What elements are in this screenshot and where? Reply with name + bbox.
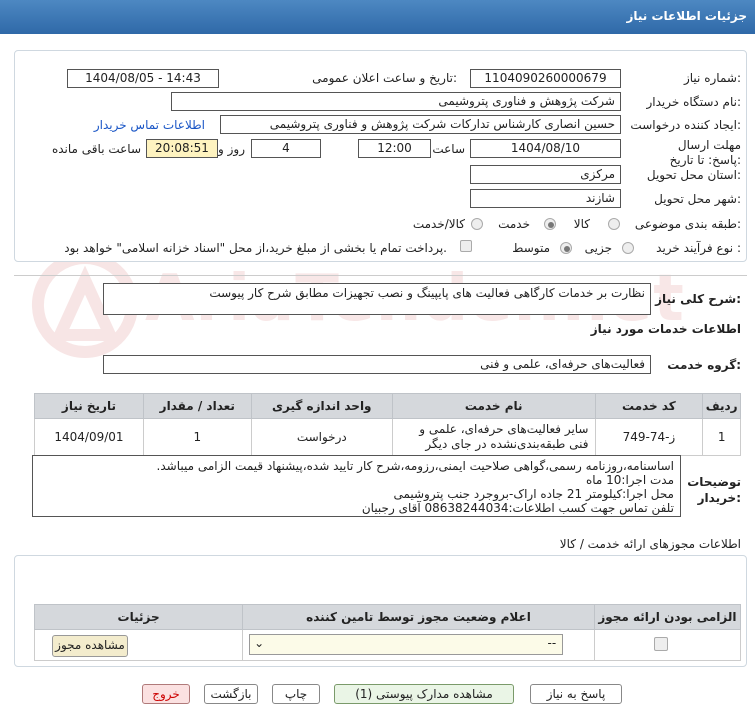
row-qty: 1 [142,418,252,456]
col-unit: واحد اندازه گیری [250,393,393,419]
deadline-time-field: 12:00 [358,139,431,158]
deadline-time-label: ساعت [432,142,465,156]
buyer-note-line: اساسنامه،روزنامه رسمی،گواهی صلاحیت ایمنی… [156,459,674,473]
page-title: جزئیات اطلاعات نیاز [626,9,747,23]
col-index: ردیف [702,393,741,419]
creator-label: ایجاد کننده درخواست: [630,118,741,132]
buyer-field: شرکت پژوهش و فناوری پتروشیمی [171,92,621,111]
category-radio-goods[interactable] [608,218,620,230]
days-field: 4 [251,139,321,158]
buyer-notes-label: توضیحات خریدار: [687,475,741,505]
view-attachments-button[interactable]: مشاهده مدارک پیوستی (1) [334,684,514,704]
col-name: نام خدمت [391,393,596,419]
deadline-label: مهلت ارسال پاسخ: تا تاریخ: [669,138,741,167]
deadline-date-field: 1404/08/10 [470,139,621,158]
buyer-note-line: تلفن تماس جهت کسب اطلاعات:08638244034 آق… [361,501,674,515]
service-group-field: فعالیت‌های حرفه‌ای، علمی و فنی [103,355,651,374]
summary-label: شرح کلی نیاز: [655,292,741,306]
col-qty: تعداد / مقدار [142,393,252,419]
category-option-goods-service: کالا/خدمت [412,217,465,231]
permits-table-header: الزامی بودن ارائه مجوز اعلام وضعیت مجوز … [33,604,742,630]
category-radio-goods-service[interactable] [471,218,483,230]
process-label: نوع فرآیند خرید : [656,241,741,255]
services-section-title: اطلاعات خدمات مورد نیاز [590,322,741,336]
remaining-label: ساعت باقی مانده [51,142,141,156]
separator [14,275,747,276]
city-field: شازند [470,189,621,208]
print-button[interactable]: چاپ [272,684,320,704]
permits-section-title: اطلاعات مجوزهای ارائه خدمت / کالا [559,537,741,551]
chevron-down-icon: ⌄ [254,636,265,650]
row-name: سایر فعالیت‌های حرفه‌ای، علمی و فنی طبقه… [391,418,596,456]
process-radio-minor[interactable] [622,242,634,254]
buyer-note-line: محل اجرا:کیلومتر 21 جاده اراک-بروجرد جنب… [393,487,674,501]
process-option-minor: جزیی [584,241,612,255]
category-option-goods: کالا [573,217,590,231]
buyer-notes-textarea[interactable]: اساسنامه،روزنامه رسمی،گواهی صلاحیت ایمنی… [32,455,681,517]
payment-note: پرداخت تمام یا بخشی از مبلغ خرید،از محل … [64,241,447,255]
permits-table: الزامی بودن ارائه مجوز اعلام وضعیت مجوز … [33,604,742,661]
announce-label: تاریخ و ساعت اعلان عمومی: [312,71,457,85]
permit-status-select[interactable]: ⌄ -- [249,634,564,655]
need-number-label: شماره نیاز: [683,71,741,85]
col-code: کد خدمت [594,393,704,419]
buyer-contact-link[interactable]: اطلاعات تماس خریدار [94,118,205,132]
summary-textarea[interactable]: نظارت بر خدمات کارگاهی فعالیت های پایپین… [103,283,651,315]
category-option-service: خدمت [498,217,530,231]
need-number-field: 1104090260000679 [470,69,621,88]
permit-status-value: -- [547,636,557,650]
buyer-label: نام دستگاه خریدار: [646,95,742,109]
services-table-header: ردیف کد خدمت نام خدمت واحد اندازه گیری ت… [34,393,741,419]
category-label: طبقه بندی موضوعی: [634,217,741,231]
row-index: 1 [702,418,741,456]
page-header: جزئیات اطلاعات نیاز [0,0,755,34]
buyer-note-line: مدت اجرا:10 ماه [585,473,674,487]
col-required: الزامی بودن ارائه مجوز [593,604,742,630]
exit-button[interactable]: خروج [142,684,190,704]
row-date: 1404/09/01 [34,418,144,456]
province-label: استان محل تحویل: [646,168,741,182]
table-row: ⌄ -- مشاهده مجوز [33,629,742,661]
process-option-medium: متوسط [512,241,550,255]
row-code: ز-74-749 [594,418,704,456]
col-status: اعلام وضعیت مجوز توسط تامین کننده [242,604,595,630]
process-radio-medium[interactable] [560,242,572,254]
remaining-time-field: 20:08:51 [146,139,218,158]
city-label: شهر محل تحویل: [654,192,741,206]
back-button[interactable]: بازگشت [204,684,258,704]
creator-field: حسین انصاری کارشناس تدارکات شرکت پژوهش و… [220,115,621,134]
service-group-label: گروه خدمت: [667,358,741,372]
announce-field: 1404/08/05 - 14:43 [67,69,219,88]
province-field: مرکزی [470,165,621,184]
col-date: تاریخ نیاز [34,393,144,419]
treasury-payment-checkbox[interactable] [460,240,472,252]
table-row: 1 ز-74-749 سایر فعالیت‌های حرفه‌ای، علمی… [34,418,741,456]
view-permit-button[interactable]: مشاهده مجوز [52,635,128,657]
days-label: روز و [218,142,245,156]
permit-required-checkbox [654,637,668,651]
row-unit: درخواست [250,418,393,456]
category-radio-service[interactable] [544,218,556,230]
services-table: ردیف کد خدمت نام خدمت واحد اندازه گیری ت… [34,393,741,456]
col-details: جزئیات [33,604,244,630]
reply-button[interactable]: پاسخ به نیاز [530,684,622,704]
